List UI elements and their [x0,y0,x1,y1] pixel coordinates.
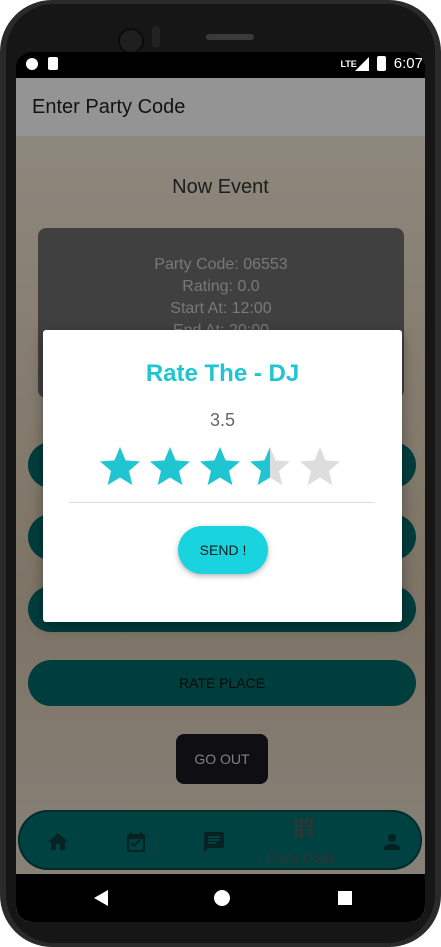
star-2[interactable] [150,447,190,485]
dialog-title: Rate The - DJ [145,360,300,387]
phone-frame: LTE 6:07 Enter Party Code Now Event Part… [0,0,441,947]
battery-icon [376,56,386,71]
star-4[interactable] [250,447,290,485]
star-filled-shape [100,447,140,485]
divider [69,502,375,503]
star-filled-shape [200,447,240,485]
rating-value: 3.5 [209,410,236,430]
status-bar: LTE 6:07 [16,52,425,78]
sensor [152,26,160,48]
star-3[interactable] [200,447,240,485]
rating-dialog: Rate The - DJ 3.5 SEND ! [43,330,402,622]
sd-card-icon [48,57,58,70]
star-1[interactable] [100,447,140,485]
notification-icon [26,57,38,70]
front-camera [118,28,144,54]
clock: 6:07 [393,55,423,72]
star-rating-bar[interactable] [98,444,348,490]
signal-icon [354,56,369,71]
home-button-icon[interactable] [214,890,230,906]
back-icon[interactable] [94,890,108,906]
earpiece-speaker [206,34,254,40]
system-navigation-bar [16,874,425,922]
recent-apps-icon[interactable] [338,891,352,905]
star-empty-shape [300,447,340,485]
star-filled-shape [150,447,190,485]
send-button[interactable]: SEND ! [178,526,268,574]
star-5[interactable] [300,447,340,485]
